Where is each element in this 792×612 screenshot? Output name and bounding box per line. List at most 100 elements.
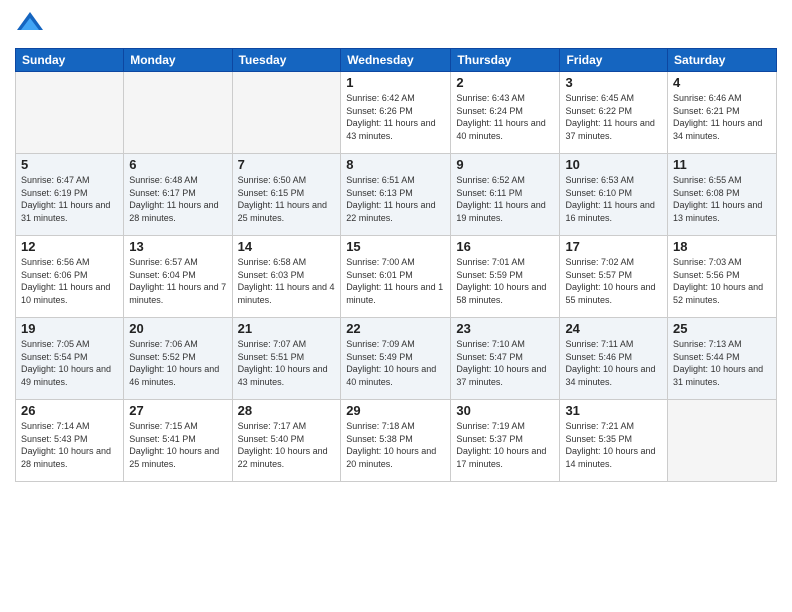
day-number: 20 bbox=[129, 321, 226, 336]
day-number: 29 bbox=[346, 403, 445, 418]
page: SundayMondayTuesdayWednesdayThursdayFrid… bbox=[0, 0, 792, 612]
col-header-thursday: Thursday bbox=[451, 49, 560, 72]
day-number: 13 bbox=[129, 239, 226, 254]
day-info: Sunrise: 6:46 AMSunset: 6:21 PMDaylight:… bbox=[673, 93, 762, 141]
day-info: Sunrise: 6:52 AMSunset: 6:11 PMDaylight:… bbox=[456, 175, 545, 223]
calendar-cell: 15 Sunrise: 7:00 AMSunset: 6:01 PMDaylig… bbox=[341, 236, 451, 318]
day-number: 22 bbox=[346, 321, 445, 336]
calendar-week-1: 1 Sunrise: 6:42 AMSunset: 6:26 PMDayligh… bbox=[16, 72, 777, 154]
calendar-cell: 29 Sunrise: 7:18 AMSunset: 5:38 PMDaylig… bbox=[341, 400, 451, 482]
day-number: 18 bbox=[673, 239, 771, 254]
calendar-cell: 14 Sunrise: 6:58 AMSunset: 6:03 PMDaylig… bbox=[232, 236, 341, 318]
day-info: Sunrise: 7:21 AMSunset: 5:35 PMDaylight:… bbox=[565, 421, 655, 469]
calendar-week-2: 5 Sunrise: 6:47 AMSunset: 6:19 PMDayligh… bbox=[16, 154, 777, 236]
calendar-cell: 26 Sunrise: 7:14 AMSunset: 5:43 PMDaylig… bbox=[16, 400, 124, 482]
calendar-cell: 25 Sunrise: 7:13 AMSunset: 5:44 PMDaylig… bbox=[668, 318, 777, 400]
col-header-friday: Friday bbox=[560, 49, 668, 72]
calendar-cell: 31 Sunrise: 7:21 AMSunset: 5:35 PMDaylig… bbox=[560, 400, 668, 482]
day-number: 12 bbox=[21, 239, 118, 254]
day-info: Sunrise: 7:03 AMSunset: 5:56 PMDaylight:… bbox=[673, 257, 763, 305]
calendar-cell: 13 Sunrise: 6:57 AMSunset: 6:04 PMDaylig… bbox=[124, 236, 232, 318]
day-info: Sunrise: 7:10 AMSunset: 5:47 PMDaylight:… bbox=[456, 339, 546, 387]
day-number: 11 bbox=[673, 157, 771, 172]
col-header-monday: Monday bbox=[124, 49, 232, 72]
calendar-cell: 16 Sunrise: 7:01 AMSunset: 5:59 PMDaylig… bbox=[451, 236, 560, 318]
day-info: Sunrise: 7:14 AMSunset: 5:43 PMDaylight:… bbox=[21, 421, 111, 469]
calendar-cell: 5 Sunrise: 6:47 AMSunset: 6:19 PMDayligh… bbox=[16, 154, 124, 236]
day-number: 5 bbox=[21, 157, 118, 172]
col-header-saturday: Saturday bbox=[668, 49, 777, 72]
logo-icon bbox=[15, 10, 45, 40]
day-info: Sunrise: 6:42 AMSunset: 6:26 PMDaylight:… bbox=[346, 93, 435, 141]
day-info: Sunrise: 6:55 AMSunset: 6:08 PMDaylight:… bbox=[673, 175, 762, 223]
calendar-cell: 20 Sunrise: 7:06 AMSunset: 5:52 PMDaylig… bbox=[124, 318, 232, 400]
day-info: Sunrise: 6:50 AMSunset: 6:15 PMDaylight:… bbox=[238, 175, 327, 223]
day-number: 25 bbox=[673, 321, 771, 336]
day-number: 30 bbox=[456, 403, 554, 418]
day-info: Sunrise: 6:53 AMSunset: 6:10 PMDaylight:… bbox=[565, 175, 654, 223]
day-number: 4 bbox=[673, 75, 771, 90]
day-number: 28 bbox=[238, 403, 336, 418]
day-info: Sunrise: 7:07 AMSunset: 5:51 PMDaylight:… bbox=[238, 339, 328, 387]
day-info: Sunrise: 6:56 AMSunset: 6:06 PMDaylight:… bbox=[21, 257, 110, 305]
calendar-cell bbox=[232, 72, 341, 154]
calendar-cell: 18 Sunrise: 7:03 AMSunset: 5:56 PMDaylig… bbox=[668, 236, 777, 318]
day-info: Sunrise: 6:45 AMSunset: 6:22 PMDaylight:… bbox=[565, 93, 654, 141]
calendar-cell: 10 Sunrise: 6:53 AMSunset: 6:10 PMDaylig… bbox=[560, 154, 668, 236]
day-info: Sunrise: 6:51 AMSunset: 6:13 PMDaylight:… bbox=[346, 175, 435, 223]
calendar-cell: 12 Sunrise: 6:56 AMSunset: 6:06 PMDaylig… bbox=[16, 236, 124, 318]
day-info: Sunrise: 7:02 AMSunset: 5:57 PMDaylight:… bbox=[565, 257, 655, 305]
day-info: Sunrise: 6:47 AMSunset: 6:19 PMDaylight:… bbox=[21, 175, 110, 223]
calendar-cell: 2 Sunrise: 6:43 AMSunset: 6:24 PMDayligh… bbox=[451, 72, 560, 154]
day-info: Sunrise: 6:43 AMSunset: 6:24 PMDaylight:… bbox=[456, 93, 545, 141]
day-info: Sunrise: 7:19 AMSunset: 5:37 PMDaylight:… bbox=[456, 421, 546, 469]
calendar-week-3: 12 Sunrise: 6:56 AMSunset: 6:06 PMDaylig… bbox=[16, 236, 777, 318]
day-number: 27 bbox=[129, 403, 226, 418]
day-info: Sunrise: 7:00 AMSunset: 6:01 PMDaylight:… bbox=[346, 257, 443, 305]
day-number: 31 bbox=[565, 403, 662, 418]
day-info: Sunrise: 7:11 AMSunset: 5:46 PMDaylight:… bbox=[565, 339, 655, 387]
day-number: 15 bbox=[346, 239, 445, 254]
calendar-cell: 27 Sunrise: 7:15 AMSunset: 5:41 PMDaylig… bbox=[124, 400, 232, 482]
day-number: 3 bbox=[565, 75, 662, 90]
day-number: 17 bbox=[565, 239, 662, 254]
calendar-cell: 19 Sunrise: 7:05 AMSunset: 5:54 PMDaylig… bbox=[16, 318, 124, 400]
calendar-week-5: 26 Sunrise: 7:14 AMSunset: 5:43 PMDaylig… bbox=[16, 400, 777, 482]
calendar-cell: 6 Sunrise: 6:48 AMSunset: 6:17 PMDayligh… bbox=[124, 154, 232, 236]
day-number: 7 bbox=[238, 157, 336, 172]
calendar-cell: 21 Sunrise: 7:07 AMSunset: 5:51 PMDaylig… bbox=[232, 318, 341, 400]
day-info: Sunrise: 7:18 AMSunset: 5:38 PMDaylight:… bbox=[346, 421, 436, 469]
day-number: 26 bbox=[21, 403, 118, 418]
col-header-wednesday: Wednesday bbox=[341, 49, 451, 72]
day-info: Sunrise: 6:48 AMSunset: 6:17 PMDaylight:… bbox=[129, 175, 218, 223]
day-info: Sunrise: 7:05 AMSunset: 5:54 PMDaylight:… bbox=[21, 339, 111, 387]
calendar-cell bbox=[16, 72, 124, 154]
day-number: 21 bbox=[238, 321, 336, 336]
day-number: 9 bbox=[456, 157, 554, 172]
header bbox=[15, 10, 777, 40]
day-number: 10 bbox=[565, 157, 662, 172]
logo bbox=[15, 10, 47, 40]
day-info: Sunrise: 6:58 AMSunset: 6:03 PMDaylight:… bbox=[238, 257, 335, 305]
day-info: Sunrise: 7:09 AMSunset: 5:49 PMDaylight:… bbox=[346, 339, 436, 387]
calendar-cell: 24 Sunrise: 7:11 AMSunset: 5:46 PMDaylig… bbox=[560, 318, 668, 400]
calendar-cell: 28 Sunrise: 7:17 AMSunset: 5:40 PMDaylig… bbox=[232, 400, 341, 482]
calendar-header-row: SundayMondayTuesdayWednesdayThursdayFrid… bbox=[16, 49, 777, 72]
day-info: Sunrise: 7:01 AMSunset: 5:59 PMDaylight:… bbox=[456, 257, 546, 305]
day-info: Sunrise: 7:06 AMSunset: 5:52 PMDaylight:… bbox=[129, 339, 219, 387]
calendar-cell: 3 Sunrise: 6:45 AMSunset: 6:22 PMDayligh… bbox=[560, 72, 668, 154]
day-number: 6 bbox=[129, 157, 226, 172]
day-info: Sunrise: 7:13 AMSunset: 5:44 PMDaylight:… bbox=[673, 339, 763, 387]
calendar-cell bbox=[668, 400, 777, 482]
day-number: 14 bbox=[238, 239, 336, 254]
day-info: Sunrise: 6:57 AMSunset: 6:04 PMDaylight:… bbox=[129, 257, 226, 305]
day-number: 16 bbox=[456, 239, 554, 254]
calendar-cell: 9 Sunrise: 6:52 AMSunset: 6:11 PMDayligh… bbox=[451, 154, 560, 236]
day-info: Sunrise: 7:17 AMSunset: 5:40 PMDaylight:… bbox=[238, 421, 328, 469]
day-info: Sunrise: 7:15 AMSunset: 5:41 PMDaylight:… bbox=[129, 421, 219, 469]
calendar: SundayMondayTuesdayWednesdayThursdayFrid… bbox=[15, 48, 777, 482]
calendar-cell: 30 Sunrise: 7:19 AMSunset: 5:37 PMDaylig… bbox=[451, 400, 560, 482]
calendar-cell: 1 Sunrise: 6:42 AMSunset: 6:26 PMDayligh… bbox=[341, 72, 451, 154]
day-number: 23 bbox=[456, 321, 554, 336]
day-number: 1 bbox=[346, 75, 445, 90]
